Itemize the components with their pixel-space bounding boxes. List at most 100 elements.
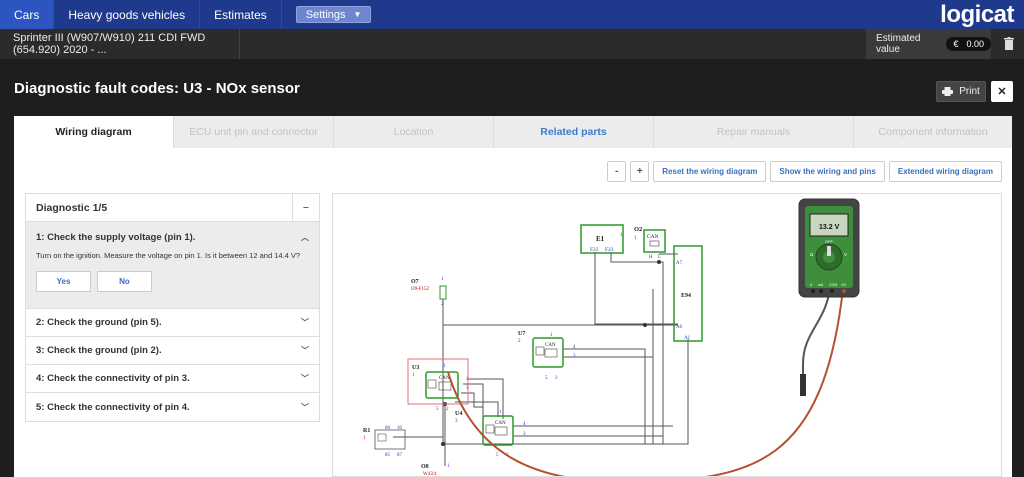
diagnostic-step-1: 1: Check the supply voltage (pin 1). ︿ T… <box>26 222 319 309</box>
step-4-title: 4: Check the connectivity of pin 3. <box>36 373 190 384</box>
r1-pin-85: 85 <box>385 453 391 458</box>
o8-pin-1: 1 <box>447 464 450 469</box>
printer-icon <box>942 87 954 96</box>
step-1-header[interactable]: 1: Check the supply voltage (pin 1). ︿ <box>36 232 309 243</box>
no-button[interactable]: No <box>97 271 152 292</box>
diagnostic-header: Diagnostic 1/5 − <box>26 193 319 222</box>
e1-pin-f23: F23 <box>605 247 614 253</box>
u3-pin-1: 1 <box>443 364 446 369</box>
u4-pin-5: 5 <box>496 453 499 458</box>
trash-icon[interactable] <box>1004 37 1014 50</box>
u4-pin-1: 1 <box>499 410 502 415</box>
step-3-title: 3: Check the ground (pin 2). <box>36 345 162 356</box>
step-5-title: 5: Check the connectivity of pin 4. <box>36 401 190 413</box>
multimeter[interactable]: 13.2 V OFF V Ω A mA COM VΩ <box>798 198 860 298</box>
zoom-in-button[interactable]: + <box>630 161 650 182</box>
tab-bar: Wiring diagram ECU unit pin and connecto… <box>14 116 1012 148</box>
u4-label: U4 <box>455 411 462 417</box>
component-e94[interactable]: E94 A7 A6 A1 <box>673 245 703 342</box>
r1-index: 1 <box>363 436 366 441</box>
meter-ma-label: mA <box>818 283 824 287</box>
zoom-out-button[interactable]: - <box>607 161 627 182</box>
content-panel: Wiring diagram ECU unit pin and connecto… <box>14 116 1012 477</box>
tab-repair-manuals[interactable]: Repair manuals <box>654 116 854 148</box>
u3-label: U3 <box>412 365 419 371</box>
diagnostic-step-3[interactable]: 3: Check the ground (pin 2). ﹀ <box>26 337 319 365</box>
reset-diagram-button[interactable]: Reset the wiring diagram <box>653 161 767 182</box>
e94-pin-a7: A7 <box>676 261 683 266</box>
estimated-value[interactable]: Estimated value € 0.00 <box>866 29 991 59</box>
o7-pin-2: 2 <box>441 302 444 307</box>
wiring-diagram[interactable]: E1 1 F22 F23 O2 1 CAN H L E94 A7 A6 A1 O… <box>332 193 1002 477</box>
close-button[interactable]: ✕ <box>991 81 1013 102</box>
print-button[interactable]: Print <box>936 81 986 102</box>
u3-index: 1 <box>412 373 415 378</box>
u7-can-label: CAN <box>545 343 556 348</box>
diagnostic-step-2[interactable]: 2: Check the ground (pin 5). ﹀ <box>26 309 319 337</box>
chevron-down-icon: ﹀ <box>301 346 309 355</box>
r1-pin-87: 87 <box>397 453 403 458</box>
meter-com-label: COM <box>829 283 837 287</box>
diagnostic-title: Diagnostic 1/5 <box>36 201 108 214</box>
page-title: Diagnostic fault codes: U3 - NOx sensor <box>14 80 300 97</box>
yes-button[interactable]: Yes <box>36 271 91 292</box>
component-o8[interactable]: O8 W43/4 1 <box>421 464 450 477</box>
tab-component-information[interactable]: Component information <box>854 116 1012 148</box>
component-e1[interactable]: E1 1 F22 F23 <box>580 224 624 254</box>
collapse-button[interactable]: − <box>292 193 319 222</box>
chevron-down-icon: ﹀ <box>301 402 309 412</box>
e94-label: E94 <box>681 293 691 299</box>
component-o7[interactable]: O7 O9-F152 1 2 <box>411 277 447 307</box>
vehicle-selector[interactable]: Sprinter III (W907/W910) 211 CDI FWD (65… <box>0 29 240 59</box>
o7-sublabel: O9-F152 <box>411 287 430 292</box>
show-wiring-pins-button[interactable]: Show the wiring and pins <box>770 161 885 182</box>
o2-index: 1 <box>634 236 637 241</box>
estimated-value-pill: € 0.00 <box>946 37 991 51</box>
o7-pin-1: 1 <box>441 277 444 282</box>
chevron-down-icon: ﹀ <box>301 374 309 383</box>
r1-pin-86: 86 <box>385 426 391 431</box>
chevron-down-icon: ▼ <box>353 10 362 19</box>
nav-tab-heavy-goods-vehicles[interactable]: Heavy goods vehicles <box>54 0 201 29</box>
e1-pin-f22: F22 <box>590 247 599 253</box>
o2-pin-l: L <box>658 255 661 260</box>
tab-wiring-diagram[interactable]: Wiring diagram <box>14 116 174 148</box>
logo: logicat <box>940 1 1014 28</box>
component-o2[interactable]: O2 1 CAN H L <box>634 226 666 260</box>
nav-tab-estimates[interactable]: Estimates <box>200 0 282 29</box>
u3-pin-5: 5 <box>436 407 439 412</box>
step-1-description: Turn on the ignition. Measure the voltag… <box>36 251 301 260</box>
e1-label: E1 <box>596 235 605 243</box>
tab-ecu-unit-pin[interactable]: ECU unit pin and connector <box>174 116 334 148</box>
diagnostic-step-5[interactable]: 5: Check the connectivity of pin 4. ﹀ <box>26 393 319 421</box>
u4-index: 3 <box>455 419 458 424</box>
o7-label: O7 <box>411 279 419 285</box>
o8-sublabel: W43/4 <box>423 472 437 477</box>
vehicle-bar: Sprinter III (W907/W910) 211 CDI FWD (65… <box>0 29 1024 59</box>
r1-pin-30: 30 <box>397 426 403 431</box>
probe-tip <box>800 374 806 396</box>
component-u4[interactable]: U4 3 CAN 1 4 3 5 2 <box>455 410 526 458</box>
diagram-controls: - + Reset the wiring diagram Show the wi… <box>607 161 1002 182</box>
e94-pin-a1: A1 <box>684 336 691 341</box>
tab-location[interactable]: Location <box>334 116 494 148</box>
meter-off-label: OFF <box>825 239 834 244</box>
component-u7[interactable]: U7 2 CAN 1 4 3 5 2 <box>518 331 576 381</box>
print-label: Print <box>959 86 980 97</box>
diagnostic-step-4[interactable]: 4: Check the connectivity of pin 3. ﹀ <box>26 365 319 393</box>
o2-pin-h: H <box>649 255 653 260</box>
extended-diagram-button[interactable]: Extended wiring diagram <box>888 161 1002 182</box>
u3-can-label: CAN <box>439 376 450 381</box>
settings-dropdown[interactable]: Settings ▼ <box>295 6 372 23</box>
e94-pin-a6: A6 <box>676 325 683 330</box>
estimated-amount: 0.00 <box>966 39 984 49</box>
meter-reading: 13.2 V <box>819 224 840 231</box>
component-r1[interactable]: R1 1 86 30 85 87 <box>363 426 406 458</box>
o2-label: O2 <box>634 226 642 233</box>
nav-tab-cars[interactable]: Cars <box>0 0 55 29</box>
tab-related-parts[interactable]: Related parts <box>494 116 654 148</box>
u7-pin-2: 2 <box>555 376 558 381</box>
settings-label: Settings <box>305 8 346 21</box>
u7-index: 2 <box>518 339 521 344</box>
meter-vohm-label: VΩ <box>841 283 846 287</box>
